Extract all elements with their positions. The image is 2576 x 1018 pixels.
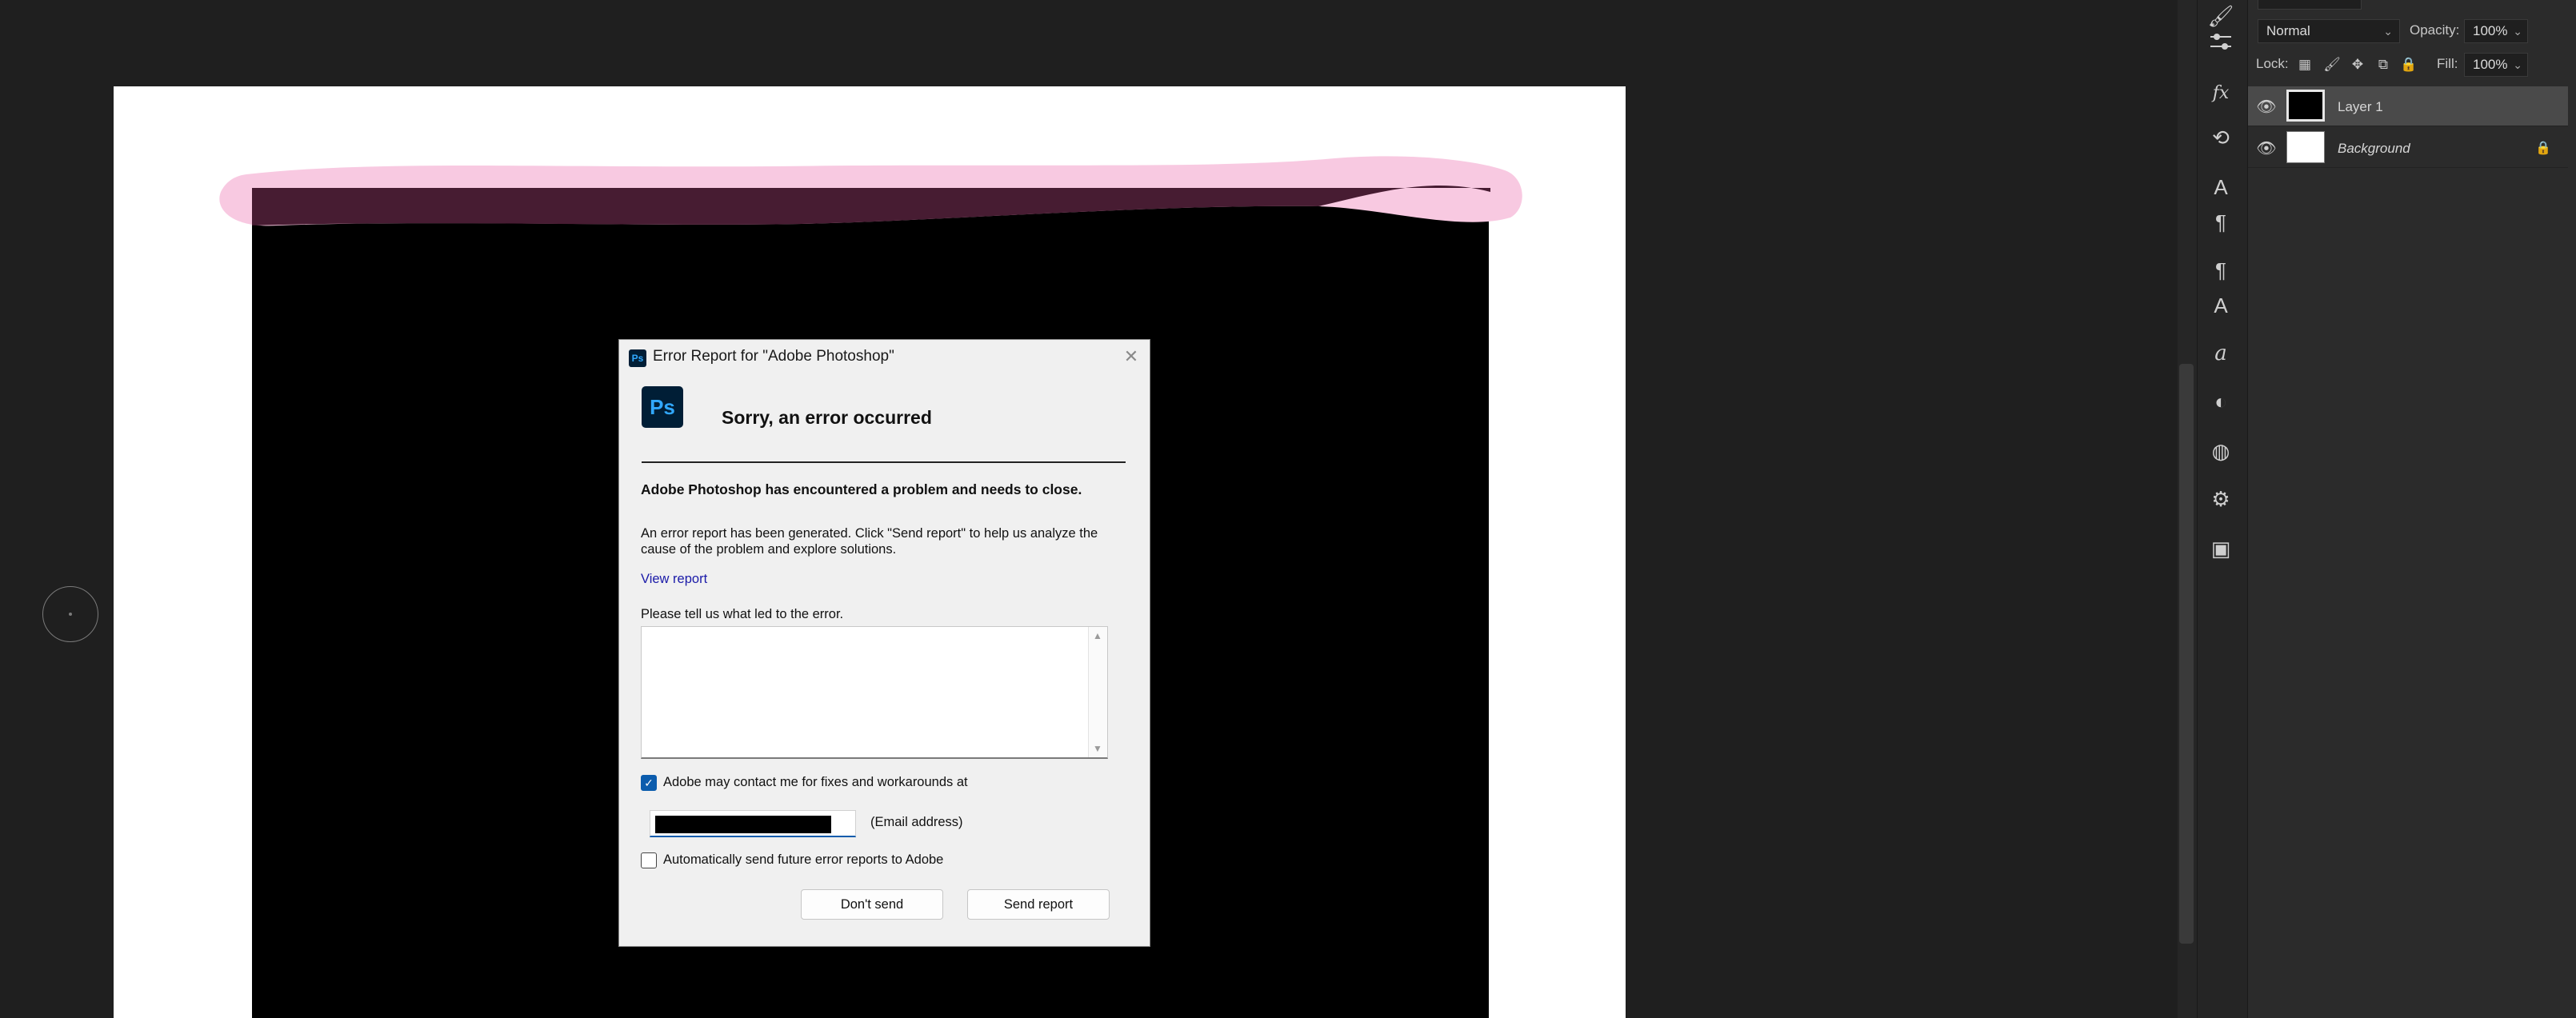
- fill-field[interactable]: 100% ⌄: [2464, 53, 2528, 77]
- dialog-heading: Sorry, an error occurred: [722, 407, 932, 428]
- error-comment-textarea[interactable]: ▲ ▼: [641, 626, 1108, 759]
- lock-all-icon[interactable]: 🔒: [2400, 56, 2418, 74]
- textarea-scrollbar[interactable]: ▲ ▼: [1088, 627, 1107, 757]
- layer-name: Layer 1: [2338, 99, 2383, 114]
- dont-send-button[interactable]: Don't send: [801, 889, 943, 920]
- scroll-down-arrow-icon[interactable]: ▼: [1093, 743, 1102, 754]
- layer-thumbnail: [2286, 90, 2325, 122]
- layer-row-background[interactable]: 👁 Background 🔒: [2248, 128, 2568, 168]
- blend-mode-value: Normal: [2266, 23, 2310, 38]
- layer-filter-dropdown[interactable]: [2258, 0, 2362, 10]
- view-report-link[interactable]: View report: [641, 572, 707, 587]
- contact-me-label: Adobe may contact me for fixes and worka…: [663, 775, 968, 789]
- layer-row-layer-1[interactable]: 👁 Layer 1: [2248, 86, 2568, 126]
- photoshop-app-icon: Ps: [629, 349, 646, 367]
- pink-brush-stroke: [219, 156, 1522, 226]
- layer-lock-icon: 🔒: [2535, 142, 2551, 155]
- chevron-down-icon: ⌄: [2513, 24, 2522, 38]
- scroll-up-arrow-icon[interactable]: ▲: [1093, 630, 1102, 641]
- fx-icon[interactable]: fx: [2205, 77, 2237, 109]
- swatches-icon[interactable]: ◍: [2205, 435, 2237, 467]
- paragraph-icon[interactable]: ¶: [2205, 206, 2237, 238]
- visibility-eye-icon[interactable]: 👁: [2254, 94, 2278, 118]
- visibility-eye-icon[interactable]: 👁: [2254, 136, 2278, 160]
- chevron-down-icon: ⌄: [2383, 24, 2393, 38]
- lock-transparent-pixels-icon[interactable]: ▦: [2296, 56, 2314, 74]
- photoshop-logo-icon: Ps: [642, 386, 683, 428]
- lock-artboard-icon[interactable]: ⧉: [2374, 56, 2392, 74]
- email-address-label: (Email address): [870, 815, 963, 829]
- brush-cursor: [42, 586, 98, 642]
- adjustments-icon[interactable]: [2205, 26, 2237, 58]
- close-icon[interactable]: ✕: [1119, 345, 1143, 369]
- report-description: An error report has been generated. Clic…: [641, 526, 1098, 557]
- layer-thumbnail: [2286, 131, 2325, 163]
- redacted-email-value: [655, 816, 831, 833]
- divider: [642, 461, 1126, 463]
- send-report-button[interactable]: Send report: [967, 889, 1110, 920]
- color-icon[interactable]: ◐: [2205, 385, 2237, 417]
- character-icon[interactable]: A: [2205, 171, 2237, 203]
- lock-label: Lock:: [2256, 56, 2289, 71]
- opacity-label: Opacity:: [2410, 22, 2460, 38]
- opacity-field[interactable]: 100% ⌄: [2464, 19, 2528, 43]
- auto-send-checkbox[interactable]: [641, 852, 657, 868]
- contact-me-checkbox[interactable]: ✓: [641, 775, 657, 791]
- paragraph-styles-icon[interactable]: ¶: [2205, 254, 2237, 286]
- libraries-icon[interactable]: ▣: [2205, 533, 2237, 565]
- character-styles-icon[interactable]: A: [2205, 289, 2237, 321]
- properties-icon[interactable]: ⚙: [2205, 483, 2237, 515]
- comment-prompt-label: Please tell us what led to the error.: [641, 607, 844, 621]
- email-field[interactable]: [650, 810, 856, 837]
- lock-image-pixels-icon[interactable]: 🖌: [2323, 56, 2341, 74]
- glyphs-icon[interactable]: a: [2205, 337, 2237, 369]
- fill-value: 100%: [2473, 57, 2508, 72]
- rotate-icon[interactable]: ⟲: [2205, 122, 2237, 154]
- layer-name: Background: [2338, 141, 2410, 156]
- auto-send-label: Automatically send future error reports …: [663, 852, 944, 867]
- dialog-title: Error Report for "Adobe Photoshop": [653, 348, 894, 365]
- scrollbar-thumb[interactable]: [2179, 364, 2194, 944]
- chevron-down-icon: ⌄: [2513, 58, 2522, 71]
- problem-message: Adobe Photoshop has encountered a proble…: [641, 481, 1082, 497]
- fill-label: Fill:: [2437, 56, 2458, 71]
- error-report-dialog: Ps Error Report for "Adobe Photoshop" ✕ …: [618, 339, 1150, 947]
- dialog-titlebar[interactable]: Ps Error Report for "Adobe Photoshop" ✕: [619, 340, 1150, 375]
- opacity-value: 100%: [2473, 23, 2508, 38]
- lock-position-icon[interactable]: ✥: [2349, 56, 2366, 74]
- blend-mode-dropdown[interactable]: Normal ⌄: [2258, 19, 2400, 43]
